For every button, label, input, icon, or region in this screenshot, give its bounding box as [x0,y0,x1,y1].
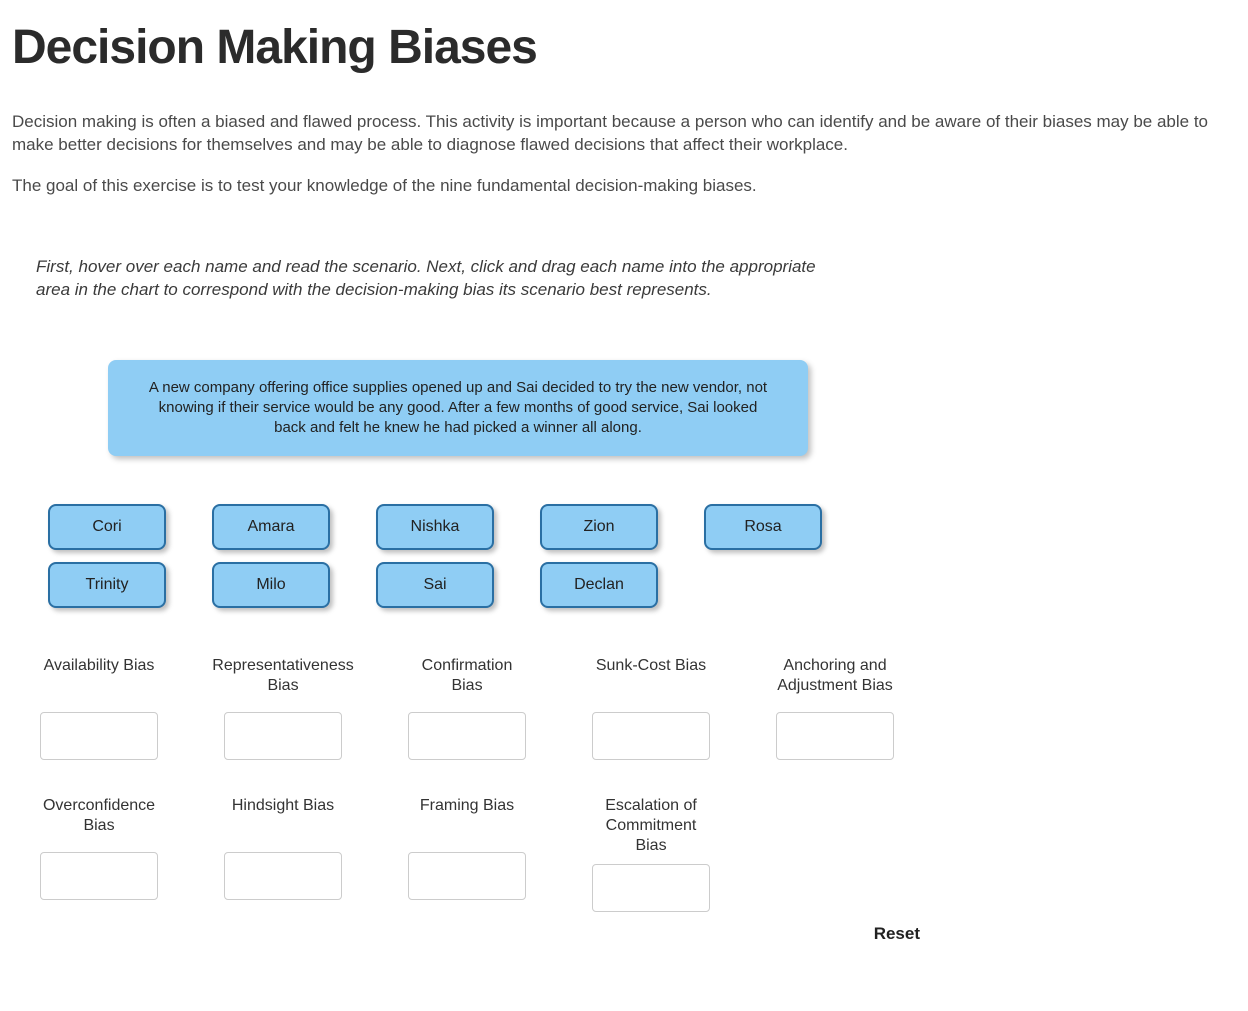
dropzone-target-sunk-cost[interactable] [592,712,710,760]
chips-row-2: Trinity Milo Sai Declan [48,562,1236,608]
dropzone-label: Confirmation Bias [404,656,530,704]
dropzone-sunk-cost: Sunk-Cost Bias [588,656,714,760]
dropzone-target-escalation[interactable] [592,864,710,912]
dropzone-target-anchoring[interactable] [776,712,894,760]
dropzone-representativeness: Representativeness Bias [220,656,346,760]
chip-cori[interactable]: Cori [48,504,166,550]
dropzone-escalation: Escalation of Commitment Bias [588,796,714,912]
intro-text: Decision making is often a biased and fl… [12,111,1232,157]
dropzone-label: Hindsight Bias [220,796,346,844]
chip-milo[interactable]: Milo [212,562,330,608]
chip-declan[interactable]: Declan [540,562,658,608]
dropzone-label: Representativeness Bias [220,656,346,704]
dropzone-target-framing[interactable] [408,852,526,900]
dropzone-target-representativeness[interactable] [224,712,342,760]
dropzone-target-overconfidence[interactable] [40,852,158,900]
dropzone-label: Anchoring and Adjustment Bias [772,656,898,704]
dropzone-label: Escalation of Commitment Bias [588,796,714,856]
instructions-text: First, hover over each name and read the… [36,256,816,302]
chip-trinity[interactable]: Trinity [48,562,166,608]
chip-amara[interactable]: Amara [212,504,330,550]
dropzone-label: Sunk-Cost Bias [588,656,714,704]
reset-button[interactable]: Reset [874,924,920,944]
dropzone-target-availability[interactable] [40,712,158,760]
dropzone-label: Availability Bias [36,656,162,704]
dropzone-availability: Availability Bias [36,656,162,760]
dropzone-hindsight: Hindsight Bias [220,796,346,912]
chip-sai[interactable]: Sai [376,562,494,608]
chip-rosa[interactable]: Rosa [704,504,822,550]
dropzone-target-hindsight[interactable] [224,852,342,900]
dropzone-label: Overconfidence Bias [36,796,162,844]
goal-text: The goal of this exercise is to test you… [12,175,1236,198]
chips-row-1: Cori Amara Nishka Zion Rosa [48,504,1236,550]
draggable-chips-area: Cori Amara Nishka Zion Rosa Trinity Milo… [48,504,1236,608]
dropzone-anchoring: Anchoring and Adjustment Bias [772,656,898,760]
dropzone-framing: Framing Bias [404,796,530,912]
reset-row: Reset [12,924,1236,944]
page-title: Decision Making Biases [12,20,1236,75]
chip-nishka[interactable]: Nishka [376,504,494,550]
scenario-tooltip: A new company offering office supplies o… [108,360,808,457]
chip-zion[interactable]: Zion [540,504,658,550]
dropzone-overconfidence: Overconfidence Bias [36,796,162,912]
dropzone-confirmation: Confirmation Bias [404,656,530,760]
dropzones-grid: Availability Bias Representativeness Bia… [36,656,956,912]
dropzone-label: Framing Bias [404,796,530,844]
dropzone-target-confirmation[interactable] [408,712,526,760]
